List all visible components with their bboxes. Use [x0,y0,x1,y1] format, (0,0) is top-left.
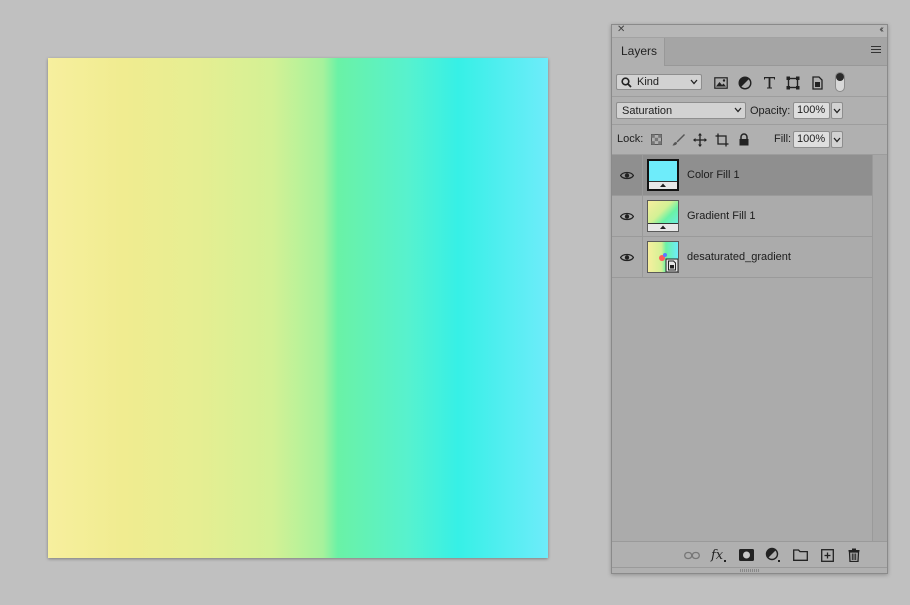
lock-artboard-icon[interactable] [714,132,730,147]
layer-list: Color Fill 1 Gradient Fill 1 desaturated… [612,155,872,541]
eye-icon [620,171,634,179]
lock-all-icon[interactable] [736,132,752,147]
lock-label: Lock: [617,133,644,145]
close-icon[interactable]: ✕ [617,24,625,36]
kind-filter-label: Kind [637,76,660,88]
adjustment-layer-filter-icon[interactable] [737,75,753,90]
panel-menu-icon[interactable] [871,46,881,55]
document-canvas[interactable] [48,58,548,558]
layer-thumbnail[interactable] [647,159,679,191]
blend-mode-select[interactable]: Saturation [616,102,746,119]
link-layers-icon[interactable] [683,547,701,563]
fill-dropdown[interactable] [831,131,843,148]
opacity-label: Opacity: [750,105,791,117]
layer-name[interactable]: Gradient Fill 1 [687,209,755,223]
kind-filter-select[interactable]: Kind [616,74,702,90]
chevron-down-icon [833,108,841,114]
svg-text:fx: fx [710,548,724,563]
panel-resize-grip[interactable] [612,567,887,574]
chevron-down-icon [833,137,841,143]
lock-transparent-pixels-icon[interactable] [648,132,664,147]
visibility-toggle[interactable] [612,196,643,236]
opacity-dropdown[interactable] [831,102,843,119]
layer-name[interactable]: Color Fill 1 [687,168,740,182]
search-icon [621,77,632,88]
filter-row: Kind [612,66,887,97]
layer-row-gradient-fill-1[interactable]: Gradient Fill 1 [612,196,872,237]
tab-layers[interactable]: Layers [612,38,665,66]
new-group-icon[interactable] [791,547,809,563]
visibility-toggle[interactable] [612,155,643,195]
lock-row: Lock: Fill: 100% [612,125,887,155]
collapse-icon[interactable]: ‹‹ [879,24,883,36]
opacity-field[interactable]: 100% [793,102,830,119]
chevron-down-icon [690,79,698,85]
panel-footer: fx [612,541,887,568]
eye-icon [620,212,634,220]
blend-mode-value: Saturation [622,105,673,117]
fx-icon[interactable]: fx [710,547,728,563]
fill-field[interactable]: 100% [793,131,830,148]
smart-object-filter-icon[interactable] [809,75,825,90]
layer-thumbnail[interactable] [647,241,679,273]
layer-name[interactable]: desaturated_gradient [687,250,791,264]
panel-tabbar: Layers [612,38,887,66]
chevron-down-icon [734,107,742,113]
layer-list-scrollbar[interactable] [872,155,887,541]
shape-layer-filter-icon[interactable] [785,75,801,90]
new-layer-icon[interactable] [818,547,836,563]
layer-mask-icon[interactable] [737,547,755,563]
layer-row-color-fill-1[interactable]: Color Fill 1 [612,155,872,196]
adjustment-layer-icon[interactable] [764,547,782,563]
lock-position-icon[interactable] [692,132,708,147]
eye-icon [620,253,634,261]
pixel-layer-filter-icon[interactable] [713,75,729,90]
type-layer-filter-icon[interactable] [761,75,777,90]
filter-toggle-switch[interactable] [835,72,845,92]
panel-titlebar[interactable]: ✕ ‹‹ [612,24,887,38]
layer-row-desaturated-gradient[interactable]: desaturated_gradient [612,237,872,278]
fill-label: Fill: [774,133,792,145]
lock-image-pixels-icon[interactable] [670,132,686,147]
visibility-toggle[interactable] [612,237,643,277]
delete-layer-icon[interactable] [845,547,863,563]
blend-row: Saturation Opacity: 100% [612,97,887,125]
layer-thumbnail[interactable] [647,200,679,232]
layers-panel: ✕ ‹‹ Layers Kind Saturation Opacity: 100… [611,24,888,574]
